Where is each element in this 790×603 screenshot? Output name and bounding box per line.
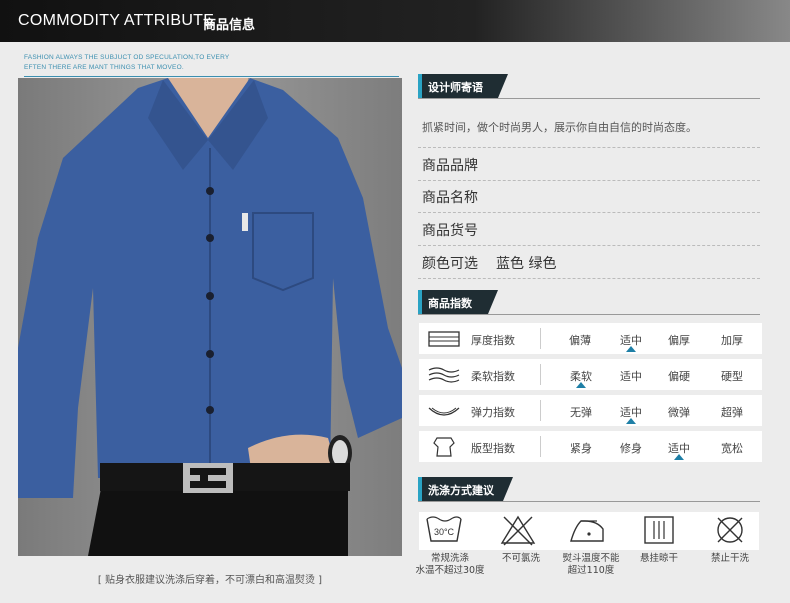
index-option: 微弹 xyxy=(668,406,690,419)
index-option: 加厚 xyxy=(721,334,743,347)
tagline-line-1: FASHION ALWAYS THE SUBJUCT OD SPECULATIO… xyxy=(24,54,230,61)
softness-icon xyxy=(428,367,460,383)
wash-divider xyxy=(418,501,760,502)
info-label: 商品品牌 xyxy=(422,158,478,174)
index-selected-marker xyxy=(674,454,684,460)
index-label: 弹力指数 xyxy=(471,406,515,419)
index-selected-marker xyxy=(626,418,636,424)
index-tag: 商品指数 xyxy=(418,290,498,314)
divider xyxy=(418,245,760,246)
index-divider xyxy=(418,314,760,315)
index-separator xyxy=(540,400,541,421)
index-label: 厚度指数 xyxy=(471,334,515,347)
product-photo xyxy=(18,78,402,556)
info-label: 商品货号 xyxy=(422,223,478,239)
index-tag-label: 商品指数 xyxy=(428,297,472,310)
index-selected-marker xyxy=(626,346,636,352)
wash-label-line-1: 悬挂晾干 xyxy=(639,553,678,564)
index-option: 超弹 xyxy=(721,406,743,419)
wash-tag-label: 洗涤方式建议 xyxy=(428,484,494,497)
designer-divider xyxy=(418,98,760,99)
index-row-elasticity: 弹力指数 无弹 适中 微弹 超弹 xyxy=(419,395,762,426)
divider xyxy=(418,180,760,181)
hang-dry-icon xyxy=(644,516,674,544)
index-option: 修身 xyxy=(620,442,642,455)
wash-label-line-2: 超过110度 xyxy=(567,565,615,576)
designer-tag: 设计师寄语 xyxy=(418,74,508,98)
info-label: 颜色可选 xyxy=(422,256,478,272)
tagline-line-2: EFTEN THERE ARE MANT THINGS THAT MOVEO. xyxy=(24,64,184,71)
shirt-illustration xyxy=(18,78,402,556)
index-row-softness: 柔软指数 柔软 适中 偏硬 硬型 xyxy=(419,359,762,390)
designer-text: 抓紧时间，做个时尚男人，展示你自由自信的时尚态度。 xyxy=(422,121,697,134)
divider xyxy=(418,278,760,279)
info-label: 商品名称 xyxy=(422,190,478,206)
header-bar: COMMODITY ATTRIBUTE 商品信息 xyxy=(0,0,790,42)
index-separator xyxy=(540,364,541,385)
info-row-colors: 颜色可选 蓝色 绿色 xyxy=(422,253,556,273)
wash-label-line-1: 禁止干洗 xyxy=(710,553,749,564)
divider xyxy=(418,147,760,148)
photo-caption: [ 贴身衣服建议洗涤后穿着，不可漂白和高温熨烫 ] xyxy=(97,575,323,586)
index-label: 版型指数 xyxy=(471,442,515,455)
tagline-divider xyxy=(24,76,399,77)
wash-label-no-dry-clean: 禁止干洗 xyxy=(690,553,770,565)
index-row-thickness: 厚度指数 偏薄 适中 偏厚 加厚 xyxy=(419,323,762,354)
elasticity-icon xyxy=(428,407,460,416)
wash-label-normal: 常规洗涤 水温不超过30度 xyxy=(410,553,490,577)
index-selected-marker xyxy=(576,382,586,388)
wash-label-line-1: 常规洗涤 xyxy=(430,553,469,564)
iron-icon xyxy=(570,520,604,542)
index-label: 柔软指数 xyxy=(471,370,515,383)
index-separator xyxy=(540,328,541,349)
wash-label-hang-dry: 悬挂晾干 xyxy=(619,553,699,565)
no-dry-clean-icon xyxy=(717,517,743,543)
wash-temp-text: 30°C xyxy=(434,527,455,537)
index-option: 偏厚 xyxy=(668,334,690,347)
no-bleach-icon xyxy=(500,515,536,546)
divider xyxy=(418,212,760,213)
tagline: FASHION ALWAYS THE SUBJUCT OD SPECULATIO… xyxy=(24,53,229,73)
designer-tag-label: 设计师寄语 xyxy=(428,81,483,94)
wash-label-line-1: 不可氯洗 xyxy=(501,553,540,564)
index-option: 偏薄 xyxy=(569,334,591,347)
index-option: 无弹 xyxy=(570,406,592,419)
index-option: 适中 xyxy=(620,370,642,383)
fit-icon xyxy=(433,437,455,457)
info-value: 蓝色 绿色 xyxy=(496,256,557,272)
index-option: 宽松 xyxy=(721,442,743,455)
thickness-icon xyxy=(428,331,460,347)
index-option: 偏硬 xyxy=(668,370,690,383)
index-separator xyxy=(540,436,541,457)
wash-30-icon: 30°C xyxy=(426,516,462,542)
header-title: COMMODITY ATTRIBUTE xyxy=(18,12,215,29)
wash-label-line-2: 水温不超过30度 xyxy=(415,565,485,576)
index-row-fit: 版型指数 紧身 修身 适中 宽松 xyxy=(419,431,762,462)
wash-tag: 洗涤方式建议 xyxy=(418,477,513,501)
index-option: 紧身 xyxy=(570,442,592,455)
header-subtitle: 商品信息 xyxy=(203,18,256,33)
info-row-name: 商品名称 xyxy=(422,187,496,207)
index-option: 硬型 xyxy=(721,370,743,383)
wash-label-no-bleach: 不可氯洗 xyxy=(481,553,561,565)
info-row-brand: 商品品牌 xyxy=(422,155,496,175)
info-row-sku: 商品货号 xyxy=(422,220,496,240)
